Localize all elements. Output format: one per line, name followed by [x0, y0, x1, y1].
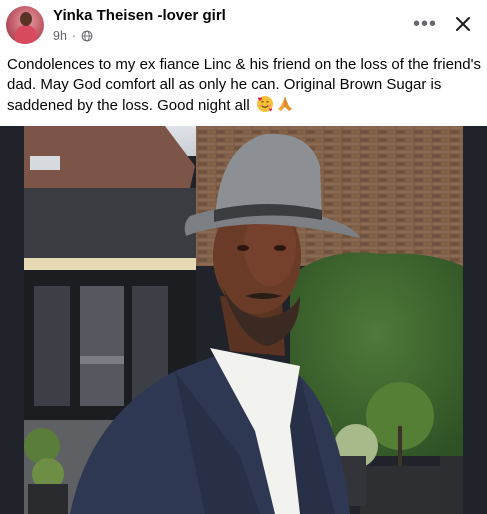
smiling-face-with-hearts-icon: [256, 96, 273, 112]
avatar-figure: [15, 25, 37, 44]
post-text: Condolences to my ex fiance Linc & his f…: [7, 55, 485, 116]
post-header: Yinka Theisen -lover girl 9h · •••: [0, 0, 487, 50]
post-photo[interactable]: [0, 126, 487, 514]
more-options-icon: •••: [412, 12, 437, 35]
globe-icon: [81, 30, 93, 42]
post-meta: 9h ·: [53, 28, 93, 44]
author-name[interactable]: Yinka Theisen -lover girl: [53, 7, 226, 24]
author-avatar[interactable]: [6, 6, 44, 44]
post-message: Condolences to my ex fiance Linc & his f…: [7, 56, 481, 114]
folded-hands-icon: [277, 97, 292, 111]
close-button[interactable]: [448, 10, 478, 38]
post-photo-image: [0, 126, 487, 514]
close-icon: [456, 17, 470, 31]
avatar-face: [20, 12, 32, 26]
more-options-button[interactable]: •••: [408, 10, 442, 38]
meta-dot: ·: [71, 29, 77, 43]
post-timestamp[interactable]: 9h: [53, 29, 67, 43]
